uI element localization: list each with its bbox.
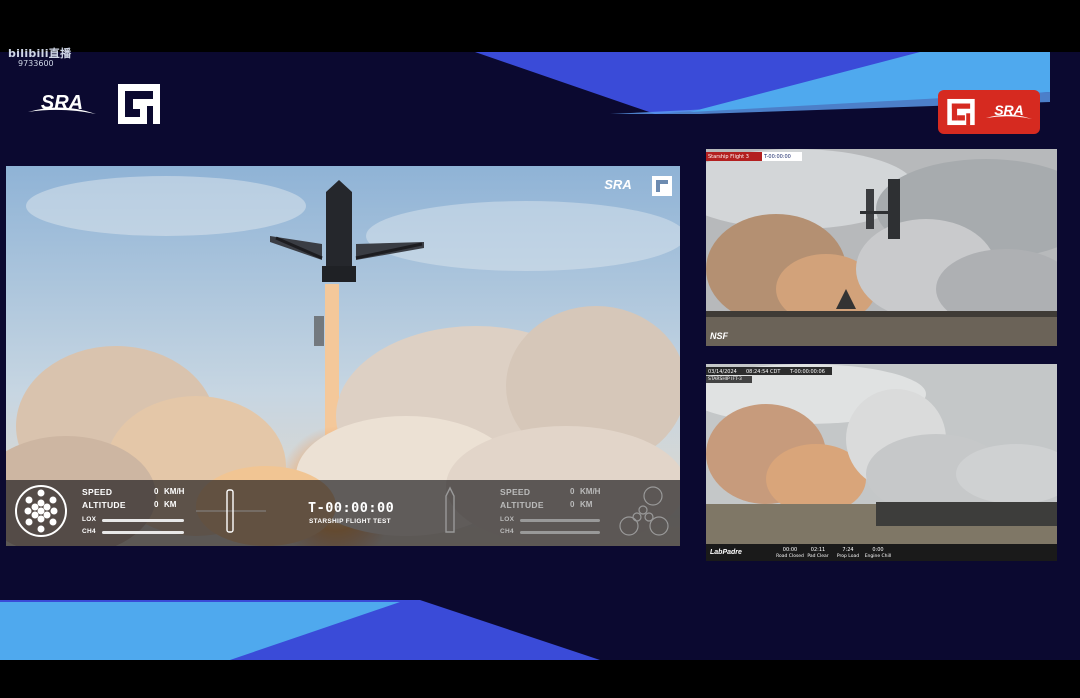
ship-altitude-label: ALTITUDE <box>500 500 544 510</box>
side-video-feed-nsf[interactable]: Starship Flight 3 T-00:00:00 NSF <box>706 149 1057 346</box>
ship-lox-bar <box>520 519 600 522</box>
milestone-time: 7:24 <box>842 547 854 553</box>
sra-badge: SRA <box>938 90 1040 134</box>
ship-speed-unit: KM/H <box>580 487 601 496</box>
feed-tag: STARSHIP IFT-3 <box>708 377 742 382</box>
ship-engines-icon <box>619 486 669 536</box>
ship-lox-label: LOX <box>500 516 515 523</box>
countdown-timer: T-00:00:00 <box>308 500 395 516</box>
main-video-feed[interactable]: SRA SPEED 0 KM/H ALTITUDE 0 KM LOX CH4 T… <box>6 166 680 546</box>
feed-time: 08:24:54 CDT <box>746 369 781 375</box>
milestone-time: 0:00 <box>872 547 884 553</box>
feed-tag: Starship Flight 3 <box>708 154 749 160</box>
feed-date: 03/14/2024 <box>708 369 737 375</box>
ship-progress-icon <box>445 486 455 533</box>
ship-altitude-unit: KM <box>580 500 593 509</box>
feed-timer: T-00:00:00:06 <box>790 369 825 375</box>
g-logo <box>118 84 160 124</box>
labpadre-brand: LabPadre <box>710 549 742 556</box>
sra-badge-logo: SRA <box>986 102 1032 119</box>
booster-progress-icon <box>196 489 266 533</box>
bilibili-watermark: bilibili直播 9733600 <box>8 48 71 68</box>
nsf-feed-scene <box>706 149 1057 346</box>
ship-speed-value: 0 <box>570 487 575 496</box>
milestone-time: 02:11 <box>810 547 826 553</box>
telemetry-hud: SPEED 0 KM/H ALTITUDE 0 KM LOX CH4 T-00:… <box>6 480 680 546</box>
feed-info-bar: 03/14/2024 08:24:54 CDT T-00:00:00:06 ST… <box>706 367 832 384</box>
labpadre-feed-scene <box>706 364 1057 561</box>
ship-speed-label: SPEED <box>500 487 531 497</box>
booster-altitude-unit: KM <box>164 500 177 509</box>
milestone-label: Engine Chill <box>864 554 892 559</box>
nsf-brand: NSF <box>710 331 728 341</box>
booster-altitude-label: ALTITUDE <box>82 500 126 510</box>
main-feed-sra-text: SRA <box>604 177 631 192</box>
booster-lox-bar <box>102 519 184 522</box>
booster-altitude-value: 0 <box>154 500 159 509</box>
booster-speed-label: SPEED <box>82 487 113 497</box>
side-video-feed-labpadre[interactable]: 03/14/2024 08:24:54 CDT T-00:00:00:06 ST… <box>706 364 1057 561</box>
ship-ch4-bar <box>520 531 600 534</box>
countdown-subtitle: STARSHIP FLIGHT TEST <box>309 518 391 525</box>
feed-tag-bar: Starship Flight 3 T-00:00:00 <box>706 152 802 161</box>
ship-ch4-label: CH4 <box>500 528 514 535</box>
booster-engines-icon <box>15 485 67 537</box>
booster-ch4-bar <box>102 531 184 534</box>
sra-logo: SRA <box>28 92 96 114</box>
booster-speed-unit: KM/H <box>164 487 185 496</box>
ship-altitude-value: 0 <box>570 500 575 509</box>
feed-timer: T-00:00:00 <box>764 154 791 160</box>
milestone-time: 00:00 <box>782 547 798 553</box>
booster-speed-value: 0 <box>154 487 159 496</box>
booster-lox-label: LOX <box>82 516 97 523</box>
booster-ch4-label: CH4 <box>82 528 96 535</box>
watermark-room-id: 9733600 <box>18 59 54 68</box>
g-logo-small <box>947 98 975 126</box>
watermark-site: bilibili直播 <box>8 47 72 60</box>
main-feed-sra-logo: SRA <box>604 176 672 196</box>
